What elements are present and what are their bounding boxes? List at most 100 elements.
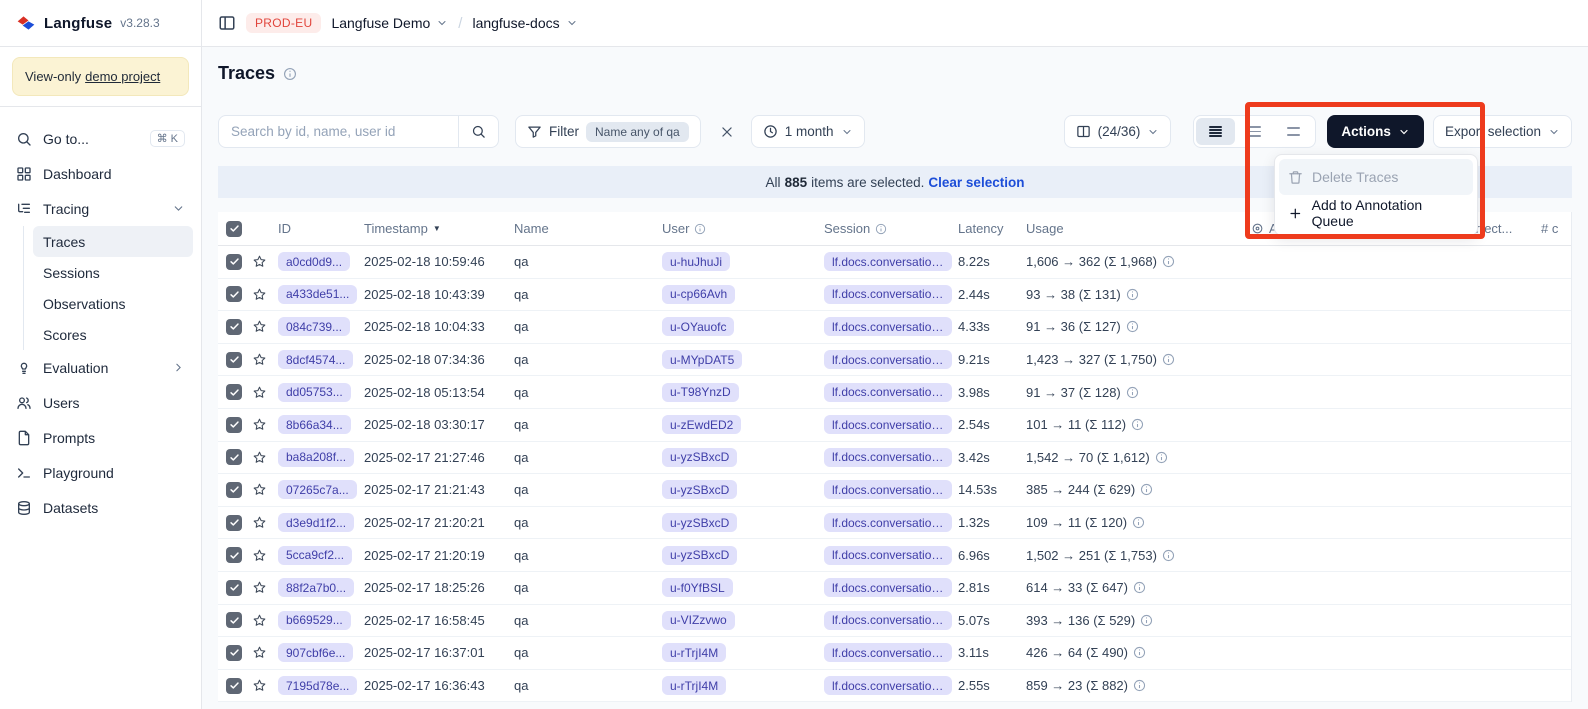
star-icon[interactable] [252,450,267,465]
info-icon[interactable] [1162,353,1175,366]
trace-id-badge[interactable]: 5cca9cf2... [278,546,352,565]
user-badge[interactable]: u-yzSBxcD [662,448,737,467]
project-selector[interactable]: langfuse-docs [472,15,577,31]
row-height-large-button[interactable] [1274,118,1313,145]
star-icon[interactable] [252,352,267,367]
session-badge[interactable]: lf.docs.conversation... [824,317,952,336]
session-badge[interactable]: lf.docs.conversation.... [824,676,952,695]
header-name[interactable]: Name [514,221,662,236]
export-selection-button[interactable]: Export selection [1433,115,1572,148]
sidebar-item-observations[interactable]: Observations [33,288,193,319]
sidebar-item-users[interactable]: Users [8,385,193,420]
user-badge[interactable]: u-f0YfBSL [662,578,733,597]
search-input[interactable] [219,124,458,139]
sidebar-item-sessions[interactable]: Sessions [33,257,193,288]
user-badge[interactable]: u-huJhuJi [662,252,730,271]
user-badge[interactable]: u-rTrjI4M [662,676,726,695]
header-score-last[interactable]: # c [1541,221,1571,236]
user-badge[interactable]: u-cp66Avh [662,285,735,304]
trace-id-badge[interactable]: 8dcf4574... [278,350,353,369]
session-badge[interactable]: lf.docs.conversation... [824,546,952,565]
sidebar-item-scores[interactable]: Scores [33,319,193,350]
table-row[interactable]: 88f2a7b0... 2025-02-17 18:25:26 qa u-f0Y… [218,572,1571,605]
info-icon[interactable] [1126,288,1139,301]
sidebar-item-dashboard[interactable]: Dashboard [8,156,193,191]
time-range-button[interactable]: 1 month [751,115,865,148]
info-icon[interactable] [283,67,297,81]
user-badge[interactable]: u-OYauofc [662,317,734,336]
table-row[interactable]: 07265c7a... 2025-02-17 21:21:43 qa u-yzS… [218,474,1571,507]
row-checkbox[interactable] [226,254,242,270]
row-checkbox[interactable] [226,515,242,531]
filter-button[interactable]: Filter Name any of qa [515,115,701,148]
star-icon[interactable] [252,548,267,563]
info-icon[interactable] [875,223,887,235]
org-selector[interactable]: Langfuse Demo [331,15,448,31]
star-icon[interactable] [252,645,267,660]
row-checkbox[interactable] [226,449,242,465]
session-badge[interactable]: lf.docs.conversation... [824,285,952,304]
row-checkbox[interactable] [226,417,242,433]
user-badge[interactable]: u-zEwdED2 [662,415,741,434]
row-checkbox[interactable] [226,678,242,694]
star-icon[interactable] [252,580,267,595]
columns-button[interactable]: (24/36) [1064,115,1172,148]
trace-id-badge[interactable]: dd05753... [278,383,351,402]
star-icon[interactable] [252,385,267,400]
trace-id-badge[interactable]: 7195d78e... [278,676,357,695]
table-row[interactable]: a433de51... 2025-02-18 10:43:39 qa u-cp6… [218,279,1571,312]
row-checkbox[interactable] [226,286,242,302]
sidebar-item-playground[interactable]: Playground [8,455,193,490]
sidebar-item-prompts[interactable]: Prompts [8,420,193,455]
trace-id-badge[interactable]: 907cbf6e... [278,643,353,662]
session-badge[interactable]: lf.docs.conversation... [824,415,952,434]
row-checkbox[interactable] [226,612,242,628]
table-row[interactable]: 5cca9cf2... 2025-02-17 21:20:19 qa u-yzS… [218,539,1571,572]
star-icon[interactable] [252,613,267,628]
table-row[interactable]: 7195d78e... 2025-02-17 16:36:43 qa u-rTr… [218,670,1571,703]
row-checkbox[interactable] [226,319,242,335]
row-checkbox[interactable] [226,580,242,596]
info-icon[interactable] [1133,581,1146,594]
info-icon[interactable] [1140,483,1153,496]
header-timestamp[interactable]: Timestamp ▼ [364,221,514,236]
trace-id-badge[interactable]: d3e9d1f2... [278,513,354,532]
search-submit-button[interactable] [459,124,498,139]
star-icon[interactable] [252,417,267,432]
info-icon[interactable] [1140,614,1153,627]
user-badge[interactable]: u-yzSBxcD [662,546,737,565]
sidebar-item-tracing[interactable]: Tracing [8,191,193,226]
row-height-medium-button[interactable] [1235,118,1274,145]
sidebar-toggle-button[interactable] [218,14,236,32]
row-height-small-button[interactable] [1196,118,1235,145]
environment-badge[interactable]: PROD-EU [246,13,321,33]
clear-filter-button[interactable] [715,120,739,144]
header-user[interactable]: User [662,221,824,236]
table-row[interactable]: 907cbf6e... 2025-02-17 16:37:01 qa u-rTr… [218,637,1571,670]
user-badge[interactable]: u-yzSBxcD [662,513,737,532]
table-row[interactable]: ba8a208f... 2025-02-17 21:27:46 qa u-yzS… [218,442,1571,475]
header-latency[interactable]: Latency [958,221,1026,236]
row-checkbox[interactable] [226,352,242,368]
trace-id-badge[interactable]: 88f2a7b0... [278,578,354,597]
header-usage[interactable]: Usage [1026,221,1251,236]
table-row[interactable]: 8dcf4574... 2025-02-18 07:34:36 qa u-MYp… [218,344,1571,377]
clear-selection-link[interactable]: Clear selection [928,175,1024,190]
trace-id-badge[interactable]: ba8a208f... [278,448,354,467]
session-badge[interactable]: lf.docs.conversation... [824,578,952,597]
info-icon[interactable] [1133,646,1146,659]
menu-item-add-to-annotation-queue[interactable]: Add to Annotation Queue [1279,195,1473,231]
row-checkbox[interactable] [226,547,242,563]
user-badge[interactable]: u-rTrjI4M [662,643,726,662]
table-row[interactable]: 8b66a34... 2025-02-18 03:30:17 qa u-zEwd… [218,409,1571,442]
demo-project-link[interactable]: demo project [85,69,160,84]
info-icon[interactable] [1162,549,1175,562]
row-checkbox[interactable] [226,384,242,400]
user-badge[interactable]: u-MYpDAT5 [662,350,742,369]
sidebar-item-traces[interactable]: Traces [33,226,193,257]
user-badge[interactable]: u-T98YnzD [662,383,739,402]
star-icon[interactable] [252,254,267,269]
sidebar-item-evaluation[interactable]: Evaluation [8,350,193,385]
sidebar-item-datasets[interactable]: Datasets [8,490,193,525]
table-row[interactable]: b669529... 2025-02-17 16:58:45 qa u-VIZz… [218,605,1571,638]
